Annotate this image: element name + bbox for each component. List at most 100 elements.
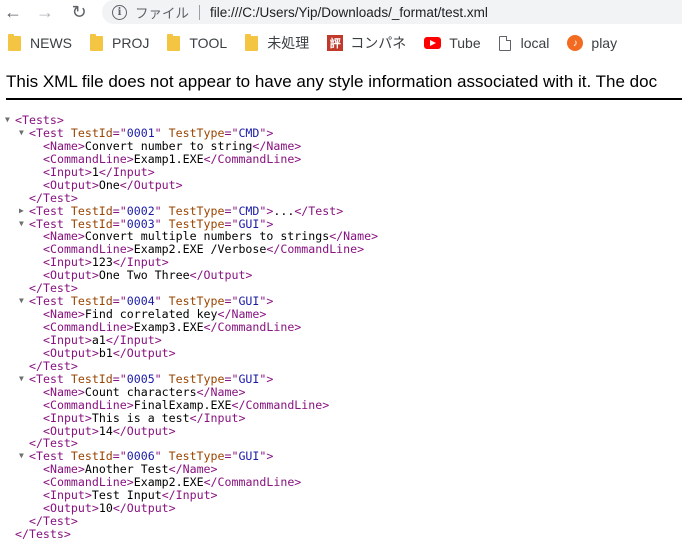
attr-quote: =" <box>224 125 239 140</box>
youtube-icon <box>424 37 442 49</box>
attr-quote: =" <box>112 203 127 218</box>
attr-name: TestType <box>161 294 225 309</box>
banner-divider <box>6 98 682 100</box>
attr-quote: " <box>154 216 162 231</box>
collapse-triangle-icon[interactable]: ▼ <box>19 450 24 463</box>
tag-name: <Test <box>29 203 64 218</box>
attr-value-testtype: GUI <box>238 449 260 464</box>
omnibox-divider <box>199 4 200 20</box>
attr-value-testtype: GUI <box>238 216 260 231</box>
xml-input-value: Test Input <box>91 488 162 503</box>
attr-quote: "> <box>259 449 274 464</box>
xml-name-value: Convert number to string <box>84 138 253 153</box>
attr-quote: " <box>154 203 162 218</box>
security-chip[interactable]: ファイル <box>135 2 189 22</box>
tag-name: </Output> <box>112 345 176 360</box>
tag-name: </Input> <box>98 164 155 179</box>
info-icon[interactable]: i <box>112 4 127 20</box>
tag-name: </Input> <box>105 332 162 347</box>
attr-quote: =" <box>224 449 239 464</box>
collapse-triangle-icon[interactable]: ▼ <box>19 127 24 140</box>
bookmark-proj[interactable]: PROJ <box>90 33 149 51</box>
bookmark-play[interactable]: ♪ play <box>567 35 617 51</box>
xml-commandline-value: FinalExamp.EXE <box>133 397 232 412</box>
bookmark-tool[interactable]: TOOL <box>167 33 227 51</box>
bookmark-コンパネ[interactable]: 評コンパネ <box>327 33 406 53</box>
collapse-triangle-icon[interactable]: ▼ <box>19 295 24 308</box>
xml-info-banner: This XML file does not appear to have an… <box>6 72 658 91</box>
xml-test-close: </Test> <box>0 515 682 528</box>
tag-name: </Input> <box>112 255 169 270</box>
xml-name-value: Another Test <box>84 462 169 477</box>
attr-name: TestType <box>161 371 225 386</box>
xml-name-value: Convert multiple numbers to strings <box>84 229 330 244</box>
attr-value-testid: 0001 <box>126 125 155 140</box>
tag-name: <Test <box>29 449 64 464</box>
attr-quote: " <box>154 294 162 309</box>
tag-name: <Name> <box>43 138 85 153</box>
tag-name: </Input> <box>189 410 246 425</box>
tag-name: </Name> <box>196 384 246 399</box>
bookmark-news[interactable]: NEWS <box>8 33 72 51</box>
attr-quote: =" <box>112 294 127 309</box>
attr-name: TestType <box>161 449 225 464</box>
url-text[interactable]: file:///C:/Users/Yip/Downloads/_format/t… <box>210 5 488 20</box>
tag-name: <CommandLine> <box>43 397 134 412</box>
xml-root-close: </Tests> <box>0 528 682 541</box>
xml-input-value: a1 <box>91 332 106 347</box>
tag-name: </Test> <box>29 281 78 296</box>
attr-quote: " <box>154 125 162 140</box>
folder-icon <box>8 33 21 51</box>
tag-name: <Name> <box>43 229 85 244</box>
collapse-triangle-icon[interactable]: ▼ <box>5 114 10 127</box>
xml-input-value: 123 <box>91 255 113 270</box>
bookmark-未処理[interactable]: 未処理 <box>245 33 309 53</box>
tag-name: <Name> <box>43 462 85 477</box>
attr-value-testtype: CMD <box>238 125 260 140</box>
xml-output-value: b1 <box>98 345 113 360</box>
bookmark-local[interactable]: local <box>498 35 549 51</box>
xml-commandline-value: Examp3.EXE <box>133 320 204 334</box>
tag-name: </Test> <box>294 203 344 218</box>
hyo-icon: 評 <box>327 35 344 51</box>
xml-output-element: <Output>10</Output> <box>0 502 682 515</box>
tag-bracket: > <box>63 527 71 541</box>
forward-arrow-icon[interactable]: → <box>32 0 58 24</box>
bookmarks-bar: NEWS PROJ TOOL 未処理 評コンパネ Tube local ♪ play <box>0 28 682 58</box>
tag-name: <Test <box>29 294 64 309</box>
address-bar[interactable]: i ファイル file:///C:/Users/Yip/Downloads/_f… <box>102 0 682 24</box>
bookmark-label: play <box>591 35 618 51</box>
attr-value-testtype: GUI <box>238 371 260 386</box>
expand-triangle-icon[interactable]: ▶ <box>19 205 24 218</box>
tag-name: <Input> <box>43 332 92 347</box>
attr-name: TestId <box>63 449 113 464</box>
tag-name: </Test> <box>29 358 78 373</box>
reload-icon[interactable]: ↻ <box>66 0 92 24</box>
xml-output-element: <Output>14</Output> <box>0 424 682 438</box>
tag-name: <Name> <box>43 384 85 399</box>
browser-toolbar: ← → ↻ i ファイル file:///C:/Users/Yip/Downlo… <box>0 0 682 24</box>
page-icon <box>498 35 511 51</box>
tag-name: </Name> <box>329 229 379 244</box>
collapse-triangle-icon[interactable]: ▼ <box>19 218 24 231</box>
tag-name: <Test <box>29 216 64 231</box>
bookmark-tube[interactable]: Tube <box>424 35 481 51</box>
attr-quote: " <box>154 449 162 464</box>
tag-name: <Output> <box>43 345 99 360</box>
back-arrow-icon[interactable]: ← <box>0 0 26 24</box>
tag-name: <Input> <box>43 488 92 503</box>
tag-name: <Input> <box>43 164 92 179</box>
tag-name: </CommandLine> <box>231 397 330 412</box>
tag-bracket: > <box>56 113 64 127</box>
tag-name: <Output> <box>43 268 99 283</box>
attr-value-testid: 0004 <box>126 294 155 309</box>
attr-name: TestType <box>161 216 225 231</box>
tag-name: <Test <box>29 125 64 140</box>
bookmark-label: Tube <box>449 35 481 51</box>
tag-name: <Test <box>29 371 64 386</box>
tag-name: Tests <box>21 113 57 127</box>
collapse-triangle-icon[interactable]: ▼ <box>19 373 24 386</box>
play-icon: ♪ <box>567 35 584 51</box>
folder-icon <box>90 33 103 51</box>
xml-commandline-value: Examp2.EXE /Verbose <box>133 242 267 257</box>
